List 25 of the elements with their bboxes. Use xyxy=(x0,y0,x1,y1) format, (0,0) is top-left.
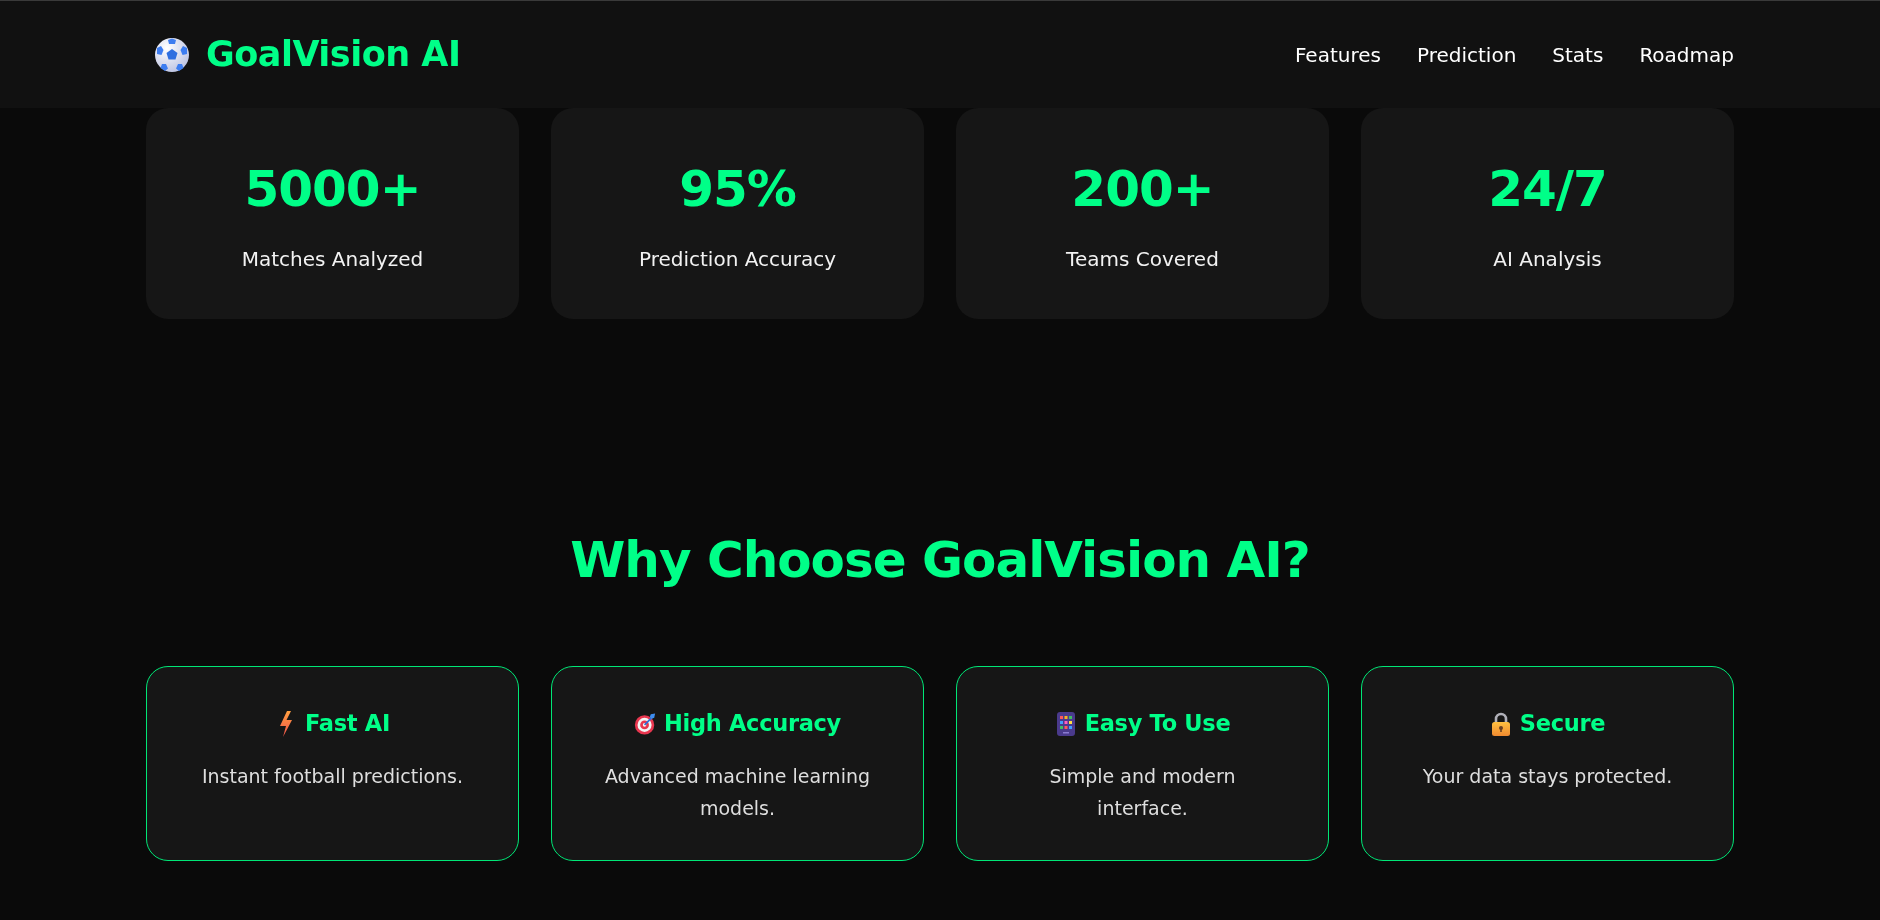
stat-label: Teams Covered xyxy=(1065,247,1220,271)
stat-label: AI Analysis xyxy=(1492,247,1603,271)
feature-title: Fast AI xyxy=(305,709,390,738)
feature-title: High Accuracy xyxy=(664,709,841,738)
feature-description: Your data stays protected. xyxy=(1421,764,1674,789)
section-heading: Why Choose GoalVision AI? xyxy=(569,530,1311,591)
nav-link[interactable]: Features xyxy=(1294,39,1381,70)
feature-title: Secure xyxy=(1519,709,1606,738)
stat-label: Matches Analyzed xyxy=(240,247,425,271)
soccer-ball-icon xyxy=(154,36,190,73)
nav-link[interactable]: Stats xyxy=(1552,39,1604,70)
brand-name[interactable]: GoalVision AI xyxy=(206,28,461,81)
stat-value: 24/7 xyxy=(1487,159,1608,220)
nav-link[interactable]: Prediction xyxy=(1416,39,1517,70)
nav-link[interactable]: Roadmap xyxy=(1639,39,1734,70)
lock-icon xyxy=(1489,710,1512,737)
stat-value: 5000+ xyxy=(243,159,422,220)
stat-value: 95% xyxy=(678,159,797,220)
feature-title: Easy To Use xyxy=(1084,709,1231,738)
feature-description: Simple and modern interface. xyxy=(1048,764,1237,821)
feature-description: Instant football predictions. xyxy=(200,764,465,789)
stat-value: 200+ xyxy=(1070,159,1215,220)
stat-label: Prediction Accuracy xyxy=(638,247,837,271)
phone-icon xyxy=(1054,710,1077,737)
feature-description: Advanced machine learning models. xyxy=(603,764,872,821)
